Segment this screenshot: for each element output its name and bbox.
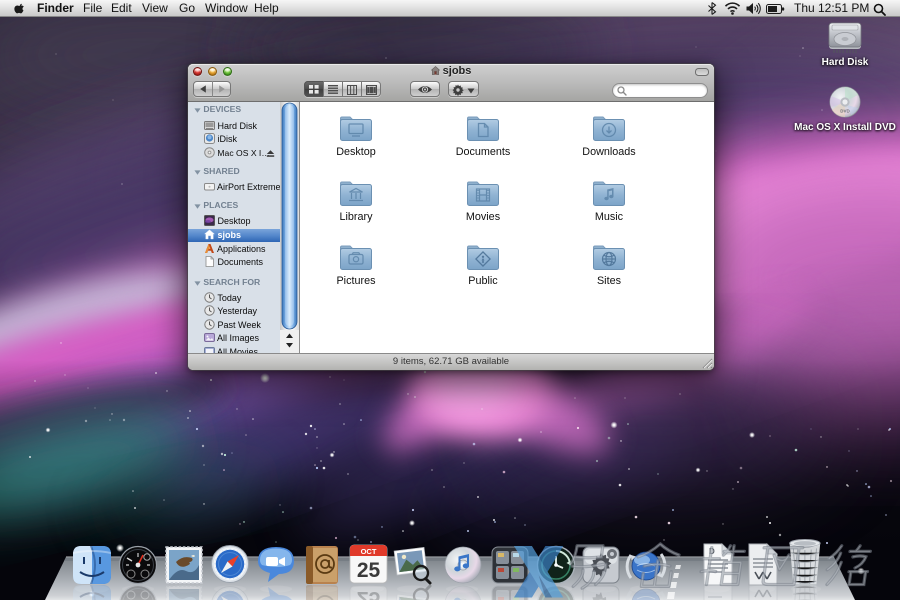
svg-text:OCT: OCT — [361, 547, 377, 556]
svg-text:25: 25 — [357, 559, 381, 582]
svg-text:DVD: DVD — [840, 109, 850, 114]
